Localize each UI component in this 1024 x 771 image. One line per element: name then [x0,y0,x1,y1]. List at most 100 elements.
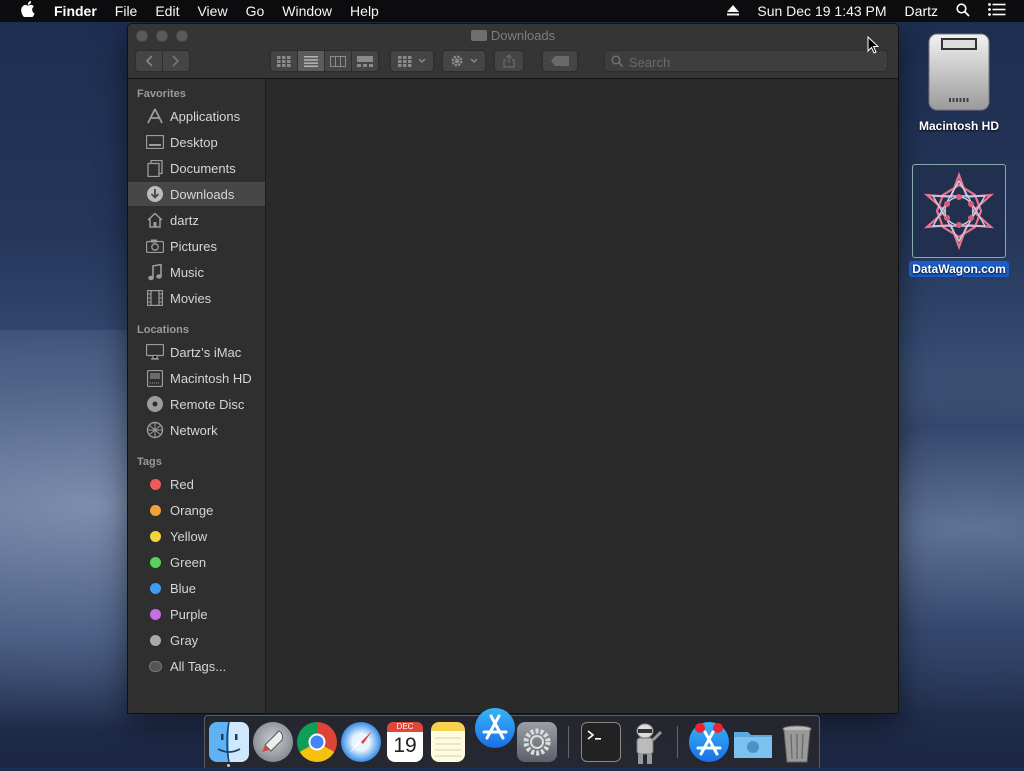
menu-bar: Finder File Edit View Go Window Help Sun… [0,0,1024,22]
calendar-day: 19 [393,734,417,757]
gray-tag-dot-icon [149,634,161,646]
sidebar-tag-purple[interactable]: Purple [128,602,265,626]
dock-chrome[interactable] [297,722,337,762]
notification-center-icon[interactable] [988,3,1006,19]
eject-icon[interactable] [727,3,740,19]
file-list-area[interactable] [266,79,898,713]
mouse-cursor-icon [867,36,879,54]
sidebar-tag-orange[interactable]: Orange [128,498,265,522]
finder-window: Downloads Search Favorites Applications … [127,23,899,714]
share-icon [503,54,515,68]
menu-window[interactable]: Window [282,3,332,19]
trash-icon [782,725,812,763]
sidebar-tag-gray[interactable]: Gray [128,628,265,652]
menu-edit[interactable]: Edit [155,3,179,19]
sidebar-tag-all[interactable]: All Tags... [128,654,265,678]
dock-system-preferences[interactable] [517,722,557,762]
gallery-view-button[interactable] [352,51,378,71]
search-input[interactable] [627,53,881,71]
column-view-button[interactable] [325,51,352,71]
action-button[interactable] [442,50,486,72]
sidebar-item-imac[interactable]: Dartz’s iMac [128,340,265,364]
folder-icon [470,30,487,41]
sidebar-item-music[interactable]: Music [128,260,265,284]
dock: DEC 19 [204,708,820,768]
dock-applications-stack[interactable] [689,722,729,762]
applications-icon [145,107,165,125]
forward-button[interactable] [163,51,189,71]
all-tags-icon [148,660,162,672]
music-note-icon [145,263,165,281]
chevron-down-icon [470,58,478,63]
rocket-icon [262,730,284,752]
menu-file[interactable]: File [115,3,138,19]
app-store-icon [482,714,508,740]
yellow-tag-dot-icon [149,530,161,542]
back-button[interactable] [136,51,163,71]
dock-terminal[interactable] [581,722,621,762]
sidebar-item-remote-disc[interactable]: Remote Disc [128,392,265,416]
dock-safari[interactable] [341,722,381,762]
downloads-icon [145,185,165,203]
finder-face-icon [217,721,241,763]
tag-icon [551,56,569,66]
menubar-user[interactable]: Dartz [905,3,938,19]
sidebar-item-movies[interactable]: Movies [128,286,265,310]
search-field[interactable] [604,50,888,72]
automator-robot-icon [636,723,663,764]
red-tag-dot-icon [149,478,161,490]
home-icon [145,211,165,229]
dock-finder[interactable] [209,721,249,763]
dock-separator [568,726,569,758]
gear-icon [451,55,463,67]
menu-help[interactable]: Help [350,3,379,19]
sidebar-tag-green[interactable]: Green [128,550,265,574]
chevron-down-icon [418,58,426,63]
dock-automator[interactable] [625,722,665,764]
sidebar-item-applications[interactable]: Applications [128,104,265,128]
globe-icon [145,421,165,439]
folder-icon [734,732,772,758]
green-tag-dot-icon [149,556,161,568]
locations-header: Locations [137,324,189,336]
sidebar-item-network[interactable]: Network [128,418,265,442]
dock-calendar[interactable]: DEC 19 [387,722,423,762]
disc-icon [145,395,165,413]
sidebar-tag-yellow[interactable]: Yellow [128,524,265,548]
favorites-header: Favorites [137,88,186,100]
sidebar-tag-blue[interactable]: Blue [128,576,265,600]
sidebar-item-downloads[interactable]: Downloads [128,182,265,206]
menu-finder[interactable]: Finder [54,3,97,19]
film-icon [145,289,165,307]
spotlight-icon[interactable] [956,2,970,20]
sidebar-tag-red[interactable]: Red [128,472,265,496]
dock-app-store[interactable] [475,708,515,748]
tags-button[interactable] [542,50,578,72]
dock-notes[interactable] [431,722,465,762]
menu-view[interactable]: View [197,3,227,19]
share-button[interactable] [494,50,524,72]
sidebar-item-documents[interactable]: Documents [128,156,265,180]
group-by-button[interactable] [390,50,434,72]
purple-tag-dot-icon [149,608,161,620]
dock-downloads-folder[interactable] [733,722,773,762]
menu-go[interactable]: Go [246,3,265,19]
window-title: Downloads [128,28,898,43]
dock-trash[interactable] [777,722,817,763]
apple-menu-icon[interactable] [18,1,38,21]
notes-icon [435,737,461,757]
sidebar-item-desktop[interactable]: Desktop [128,130,265,154]
list-view-button[interactable] [298,51,325,71]
menubar-clock[interactable]: Sun Dec 19 1:43 PM [757,3,886,19]
sidebar-item-macintosh-hd[interactable]: Macintosh HD [128,366,265,390]
sidebar-item-home[interactable]: dartz [128,208,265,232]
icon-view-button[interactable] [271,51,298,71]
sidebar-item-pictures[interactable]: Pictures [128,234,265,258]
desktop-icon-macintosh-hd[interactable]: Macintosh HD [908,32,1010,135]
calendar-month: DEC [387,722,423,732]
group-icon [398,55,412,67]
dock-launchpad[interactable] [253,722,293,762]
window-titlebar[interactable]: Downloads [128,24,898,79]
desktop-icon-datawagon[interactable]: DataWagon.com [904,164,1014,278]
view-mode-segment [270,50,379,72]
